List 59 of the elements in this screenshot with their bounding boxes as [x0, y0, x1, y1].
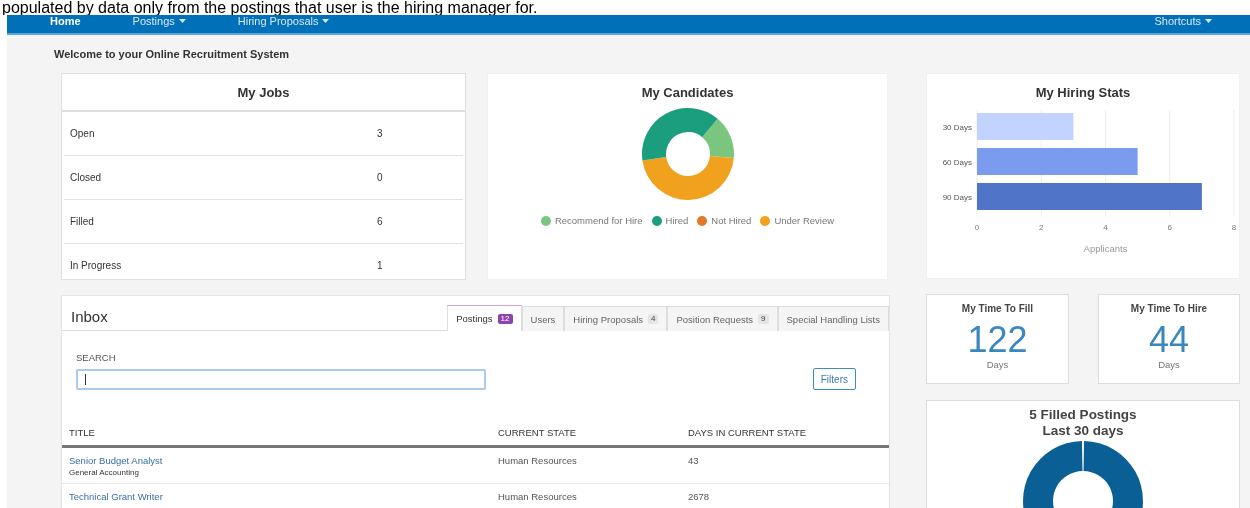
job-status-label: Open: [69, 128, 96, 139]
filters-button[interactable]: Filters: [812, 368, 856, 390]
job-status-label: In Progress: [69, 260, 123, 271]
tab[interactable]: Hiring Proposals 4: [564, 306, 668, 331]
axis-title: Applicants: [1083, 243, 1128, 254]
count-badge: 4: [648, 314, 659, 324]
table-cell: 2678: [681, 483, 889, 508]
legend-label: Recommend for Hire: [554, 215, 643, 226]
table-cell: Human Resources: [491, 446, 681, 484]
posting-link[interactable]: Senior Budget Analyst: [69, 455, 491, 466]
job-count: 0: [377, 172, 384, 183]
job-count: 6: [377, 216, 384, 227]
job-count: 3: [377, 128, 384, 139]
axis-label: 90 Days: [942, 193, 972, 202]
count-badge: 9: [758, 314, 769, 324]
tick-label: 6: [1167, 223, 1172, 232]
axis-label: 60 Days: [942, 158, 972, 167]
welcome-heading: Welcome to your Online Recruitment System: [54, 48, 291, 62]
tab[interactable]: Users: [521, 306, 565, 331]
column-header: DAYS IN CURRENT STATE: [681, 427, 889, 447]
job-status-label: Closed: [69, 172, 103, 183]
tab[interactable]: Position Requests 9: [667, 306, 778, 331]
metric-unit: Days: [986, 359, 1009, 370]
chart-title: 5 Filled Postings: [1029, 407, 1137, 423]
nav-menu-item[interactable]: Postings: [132, 15, 186, 27]
metric-title: My Time To Fill: [961, 303, 1034, 314]
inbox-title: Inbox: [70, 308, 109, 327]
tick-label: 2: [1039, 223, 1044, 232]
card-title: My Hiring Stats: [1034, 84, 1132, 102]
metric-unit: Days: [1158, 359, 1180, 370]
nav-menu-item[interactable]: Hiring Proposals: [237, 15, 330, 27]
tick-label: 8: [1231, 223, 1237, 232]
card-title: My Jobs: [237, 84, 290, 100]
posting-link[interactable]: Technical Grant Writer: [69, 491, 491, 502]
table-cell: Human Resources: [491, 483, 681, 508]
metric-value: 44: [1148, 322, 1189, 358]
axis-label: 30 Days: [942, 123, 972, 132]
job-count: 1: [377, 260, 384, 271]
tab[interactable]: Special Handling Lists: [777, 306, 889, 331]
column-header: TITLE: [62, 427, 491, 447]
chart-title: Last 30 days: [1042, 423, 1124, 439]
table-cell: 43: [681, 446, 889, 484]
job-status-label: Filled: [69, 216, 95, 227]
tick-label: 4: [1103, 223, 1108, 232]
search-field[interactable]: [76, 369, 486, 390]
nav-menu-item[interactable]: Home: [50, 15, 81, 27]
card-title: My Candidates: [641, 85, 734, 100]
search-label: SEARCH: [76, 352, 117, 363]
legend-label: Under Review: [774, 215, 835, 226]
nav-menu-item[interactable]: Shortcuts: [1154, 15, 1212, 27]
metric-title: My Time To Hire: [1130, 303, 1208, 314]
metric-value: 122: [967, 322, 1028, 358]
tick-label: 0: [974, 223, 980, 232]
count-badge: 12: [497, 313, 513, 324]
tab[interactable]: Postings 12: [447, 305, 522, 331]
legend-label: Not Hired: [711, 215, 752, 226]
legend-label: Hired: [665, 215, 689, 226]
column-header: CURRENT STATE: [491, 427, 681, 447]
department-text: General Accounting: [69, 468, 140, 477]
